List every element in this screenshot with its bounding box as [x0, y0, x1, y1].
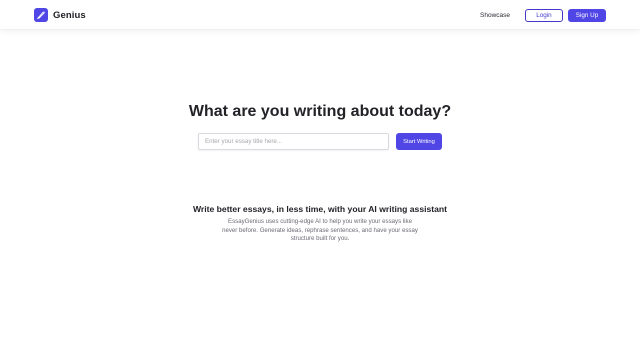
header-nav: Showcase Login Sign Up — [480, 8, 606, 22]
feature-description: EssayGenius uses cutting-edge AI to help… — [222, 218, 418, 242]
signup-button[interactable]: Sign Up — [568, 8, 606, 22]
page: Genius Showcase Login Sign Up What are y… — [0, 0, 640, 360]
essay-title-form: Start Writing — [198, 133, 442, 150]
brand-logo-link[interactable]: Genius — [34, 8, 86, 22]
login-button[interactable]: Login — [525, 8, 563, 22]
feather-pen-icon — [34, 8, 48, 22]
feature-heading: Write better essays, in less time, with … — [192, 204, 448, 214]
start-writing-button[interactable]: Start Writing — [396, 133, 442, 150]
essay-title-input[interactable] — [198, 133, 389, 150]
brand-name: Genius — [53, 9, 86, 21]
nav-link-showcase[interactable]: Showcase — [480, 12, 510, 19]
top-navbar: Genius Showcase Login Sign Up — [0, 0, 640, 30]
hero-title: What are you writing about today? — [188, 103, 452, 120]
